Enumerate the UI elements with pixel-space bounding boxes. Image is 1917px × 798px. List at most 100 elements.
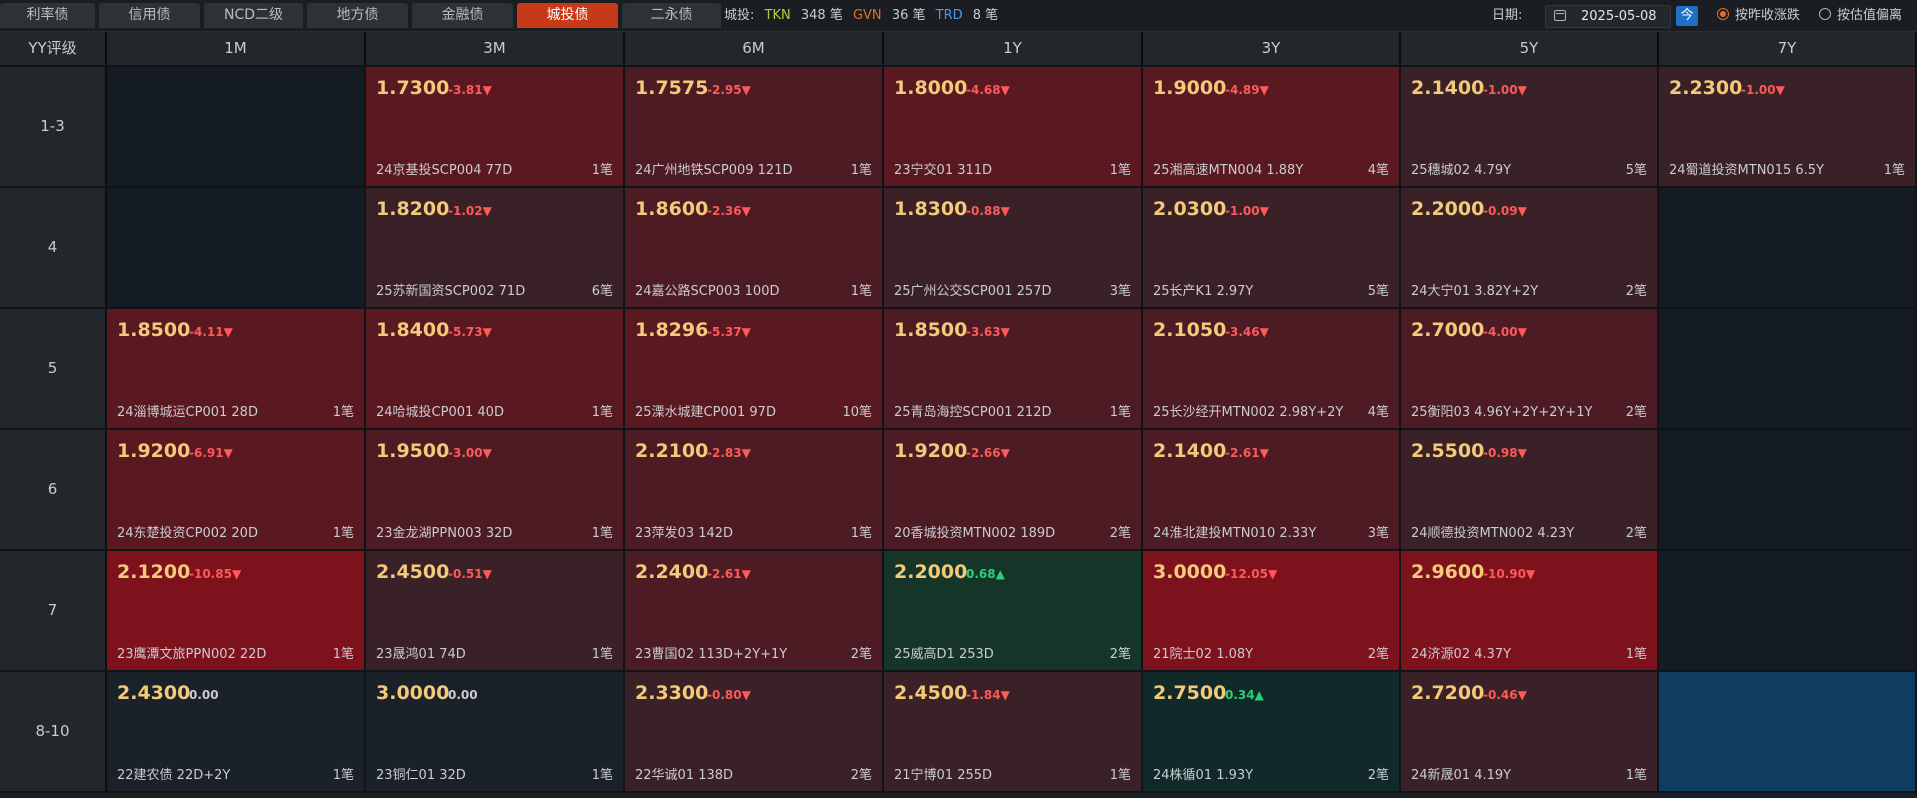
quote-cell[interactable]: 1.9200 -2.66▼ 20香城投资MTN002 189D 2笔 xyxy=(884,430,1141,549)
empty-cell xyxy=(1659,309,1915,428)
radio-unchecked-icon[interactable] xyxy=(1819,8,1831,20)
trade-count: 2笔 xyxy=(1625,284,1647,299)
yield-value: 2.4300 xyxy=(117,682,191,704)
date-value[interactable]: 2025-05-08 xyxy=(1581,6,1657,27)
quote-cell[interactable]: 2.4300 0.00 22建农债 22D+2Y 1笔 xyxy=(107,672,364,791)
quote-cell[interactable]: 2.2000 -0.09▼ 24大宁01 3.82Y+2Y 2笔 xyxy=(1401,188,1657,307)
bond-name: 23金龙湖PPN003 32D xyxy=(376,526,513,541)
tab-credit-bonds[interactable]: 信用债 xyxy=(99,3,200,28)
quote-cell[interactable]: 2.4500 -0.51▼ 23晟鸿01 74D 1笔 xyxy=(366,551,623,670)
quote-cell[interactable]: 2.7500 0.34▲ 24株循01 1.93Y 2笔 xyxy=(1143,672,1399,791)
quote-cell[interactable]: 1.8500 -3.63▼ 25青岛海控SCP001 212D 1笔 xyxy=(884,309,1141,428)
quote-cell[interactable]: 1.9200 -6.91▼ 24东楚投资CP002 20D 1笔 xyxy=(107,430,364,549)
header-rating: YY评级 xyxy=(0,32,107,65)
trd-label: TRD xyxy=(935,8,963,23)
quote-cell[interactable]: 1.9000 -4.89▼ 25湘高速MTN004 1.88Y 4笔 xyxy=(1143,67,1399,186)
tab-perpetual-bonds[interactable]: 二永债 xyxy=(622,3,721,28)
radio-prev-close-change[interactable]: 按昨收涨跌 xyxy=(1717,0,1800,31)
today-button[interactable]: 今 xyxy=(1676,6,1698,26)
tab-financial-bonds[interactable]: 金融债 xyxy=(412,3,513,28)
quote-cell[interactable]: 1.8000 -4.68▼ 23宁交01 311D 1笔 xyxy=(884,67,1141,186)
selected-empty-cell[interactable] xyxy=(1659,672,1915,791)
quote-cell[interactable]: 2.2400 -2.61▼ 23曹国02 113D+2Y+1Y 2笔 xyxy=(625,551,882,670)
quote-cell[interactable]: 1.7300 -3.81▼ 24京基投SCP004 77D 1笔 xyxy=(366,67,623,186)
quote-cell[interactable]: 1.8600 -2.36▼ 24嘉公路SCP003 100D 1笔 xyxy=(625,188,882,307)
bond-name: 24济源02 4.37Y xyxy=(1411,647,1512,662)
quote-cell[interactable]: 2.7000 -4.00▼ 25衡阳03 4.96Y+2Y+2Y+1Y 2笔 xyxy=(1401,309,1657,428)
yield-value: 3.0000 xyxy=(1153,561,1227,583)
quote-cell[interactable]: 2.5500 -0.98▼ 24顺德投资MTN002 4.23Y 2笔 xyxy=(1401,430,1657,549)
trade-count: 4笔 xyxy=(1367,163,1389,178)
tab-rate-bonds[interactable]: 利率债 xyxy=(0,3,95,28)
quote-cell[interactable]: 2.0300 -1.00▼ 25长产K1 2.97Y 5笔 xyxy=(1143,188,1399,307)
bond-name: 24株循01 1.93Y xyxy=(1153,768,1254,783)
quote-cell[interactable]: 2.2300 -1.00▼ 24蜀道投资MTN015 6.5Y 1笔 xyxy=(1659,67,1915,186)
date-label: 日期: xyxy=(1492,8,1523,23)
quote-cell[interactable]: 2.1400 -1.00▼ 25穗城02 4.79Y 5笔 xyxy=(1401,67,1657,186)
header-tenor: 6M xyxy=(625,32,884,65)
change-value: -2.66▼ xyxy=(966,446,1010,460)
quote-cell[interactable]: 2.1200 -10.85▼ 23鹰潭文旅PPN002 22D 1笔 xyxy=(107,551,364,670)
bond-name: 23萍发03 142D xyxy=(635,526,734,541)
bond-name: 23铜仁01 32D xyxy=(376,768,466,783)
trade-count: 1笔 xyxy=(591,163,613,178)
change-value: -4.68▼ xyxy=(966,83,1010,97)
quote-cell[interactable]: 3.0000 -12.05▼ 21院士02 1.08Y 2笔 xyxy=(1143,551,1399,670)
rating-label: 7 xyxy=(0,551,107,670)
quote-cell[interactable]: 2.1050 -3.46▼ 25长沙经开MTN002 2.98Y+2Y 4笔 xyxy=(1143,309,1399,428)
change-value: 0.00 xyxy=(189,688,219,702)
calendar-icon[interactable] xyxy=(1554,10,1566,21)
trade-count: 1笔 xyxy=(850,284,872,299)
quote-cell[interactable]: 1.8296 -5.37▼ 25溧水城建CP001 97D 10笔 xyxy=(625,309,882,428)
yield-value: 1.9500 xyxy=(376,440,450,462)
change-value: -2.36▼ xyxy=(707,204,751,218)
trade-count: 1笔 xyxy=(332,647,354,662)
date-picker[interactable]: 2025-05-08 xyxy=(1545,5,1671,28)
change-value: -1.00▼ xyxy=(1741,83,1785,97)
yield-value: 1.8296 xyxy=(635,319,709,341)
bottom-scrollbar[interactable] xyxy=(0,793,1917,798)
yield-value: 1.9200 xyxy=(894,440,968,462)
change-value: -3.46▼ xyxy=(1225,325,1269,339)
tab-ncd-secondary[interactable]: NCD二级 xyxy=(204,3,303,28)
trade-count: 2笔 xyxy=(1625,526,1647,541)
tab-lgfv-bonds[interactable]: 城投债 xyxy=(517,3,618,28)
quote-cell[interactable]: 1.8300 -0.88▼ 25广州公交SCP001 257D 3笔 xyxy=(884,188,1141,307)
yield-value: 1.7575 xyxy=(635,77,709,99)
change-value: -0.88▼ xyxy=(966,204,1010,218)
yield-value: 2.9600 xyxy=(1411,561,1485,583)
quote-cell[interactable]: 2.2100 -2.83▼ 23萍发03 142D 1笔 xyxy=(625,430,882,549)
bond-name: 25青岛海控SCP001 212D xyxy=(894,405,1052,420)
yield-value: 2.4500 xyxy=(376,561,450,583)
trade-count: 5笔 xyxy=(1625,163,1647,178)
quote-cell[interactable]: 2.1400 -2.61▼ 24淮北建投MTN010 2.33Y 3笔 xyxy=(1143,430,1399,549)
quote-cell[interactable]: 1.8400 -5.73▼ 24哈城投CP001 40D 1笔 xyxy=(366,309,623,428)
bond-name: 25威高D1 253D xyxy=(894,647,994,662)
gvn-count: 36 笔 xyxy=(891,8,926,23)
change-value: -5.37▼ xyxy=(707,325,751,339)
quote-cell[interactable]: 2.9600 -10.90▼ 24济源02 4.37Y 1笔 xyxy=(1401,551,1657,670)
tab-local-gov-bonds[interactable]: 地方债 xyxy=(307,3,408,28)
trade-count: 3笔 xyxy=(1367,526,1389,541)
yield-value: 2.7000 xyxy=(1411,319,1485,341)
yield-value: 1.8200 xyxy=(376,198,450,220)
radio-checked-icon[interactable] xyxy=(1717,8,1729,20)
radio-valuation-deviation[interactable]: 按估值偏离 xyxy=(1819,0,1902,31)
bond-name: 25衡阳03 4.96Y+2Y+2Y+1Y xyxy=(1411,405,1593,420)
trade-count: 2笔 xyxy=(1109,526,1131,541)
change-value: -1.02▼ xyxy=(448,204,492,218)
change-value: -0.98▼ xyxy=(1483,446,1527,460)
quote-cell[interactable]: 1.9500 -3.00▼ 23金龙湖PPN003 32D 1笔 xyxy=(366,430,623,549)
quote-cell[interactable]: 1.8200 -1.02▼ 25苏新国资SCP002 71D 6笔 xyxy=(366,188,623,307)
change-value: -1.00▼ xyxy=(1225,204,1269,218)
trade-count: 2笔 xyxy=(1109,647,1131,662)
tkn-label: TKN xyxy=(764,8,791,23)
quote-cell[interactable]: 1.8500 -4.11▼ 24淄博城运CP001 28D 1笔 xyxy=(107,309,364,428)
change-value: 0.68▲ xyxy=(966,567,1005,581)
quote-cell[interactable]: 2.3300 -0.80▼ 22华诚01 138D 2笔 xyxy=(625,672,882,791)
quote-cell[interactable]: 2.2000 0.68▲ 25威高D1 253D 2笔 xyxy=(884,551,1141,670)
quote-cell[interactable]: 1.7575 -2.95▼ 24广州地铁SCP009 121D 1笔 xyxy=(625,67,882,186)
quote-cell[interactable]: 3.0000 0.00 23铜仁01 32D 1笔 xyxy=(366,672,623,791)
quote-cell[interactable]: 2.7200 -0.46▼ 24新晟01 4.19Y 1笔 xyxy=(1401,672,1657,791)
quote-cell[interactable]: 2.4500 -1.84▼ 21宁博01 255D 1笔 xyxy=(884,672,1141,791)
